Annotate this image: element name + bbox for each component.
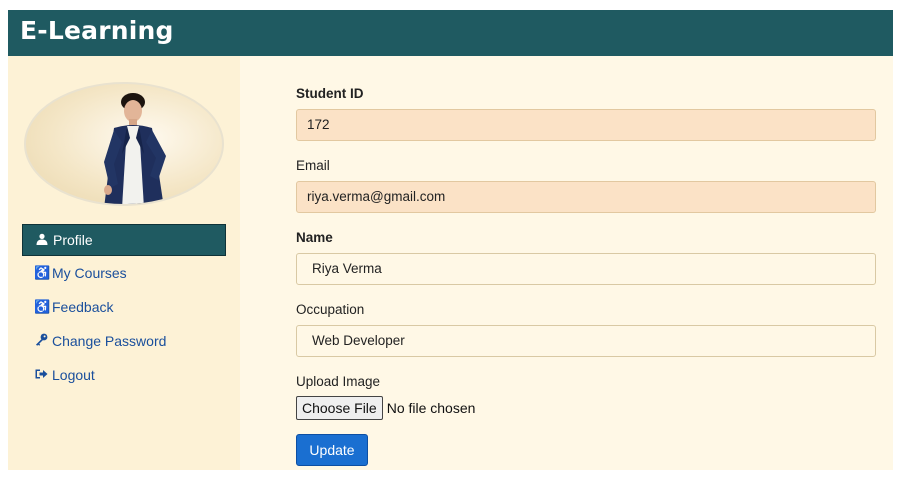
accessible-icon: ♿ <box>34 299 51 314</box>
upload-image-label: Upload Image <box>296 374 381 389</box>
choose-file-button[interactable]: Choose File <box>296 396 383 420</box>
email-label: Email <box>296 158 330 173</box>
profile-avatar <box>24 82 224 206</box>
update-button[interactable]: Update <box>296 434 368 466</box>
sidebar-item-label: My Courses <box>52 265 127 281</box>
email-field[interactable]: riya.verma@gmail.com <box>296 181 876 213</box>
profile-photo <box>104 93 166 204</box>
occupation-label: Occupation <box>296 302 365 317</box>
key-icon <box>34 333 48 349</box>
sidebar-item-logout[interactable]: Logout <box>22 358 226 392</box>
sidebar-item-my-courses[interactable]: ♿ My Courses <box>22 256 226 290</box>
user-icon <box>35 233 49 248</box>
page-content: Profile ♿ My Courses ♿ Feedback Change P… <box>8 56 893 470</box>
sidebar: Profile ♿ My Courses ♿ Feedback Change P… <box>8 56 240 470</box>
sidebar-nav: Profile ♿ My Courses ♿ Feedback Change P… <box>22 224 226 392</box>
name-label: Name <box>296 230 333 245</box>
file-status-text: No file chosen <box>386 400 476 416</box>
sidebar-item-profile[interactable]: Profile <box>22 224 226 256</box>
accessible-icon: ♿ <box>34 265 51 280</box>
app-title: E-Learning <box>20 16 174 45</box>
sidebar-item-label: Logout <box>52 367 95 383</box>
sidebar-item-change-password[interactable]: Change Password <box>22 324 226 358</box>
name-field[interactable]: Riya Verma <box>296 253 876 285</box>
occupation-field[interactable]: Web Developer <box>296 325 876 357</box>
file-input: Choose File No file chosen <box>296 396 475 420</box>
top-header: E-Learning <box>8 10 893 56</box>
student-id-label: Student ID <box>296 86 364 101</box>
sidebar-item-label: Profile <box>53 232 93 248</box>
sidebar-item-feedback[interactable]: ♿ Feedback <box>22 290 226 324</box>
sidebar-item-label: Feedback <box>52 299 114 315</box>
student-id-field[interactable]: 172 <box>296 109 876 141</box>
sidebar-item-label: Change Password <box>52 333 167 349</box>
sign-out-icon <box>34 368 48 383</box>
